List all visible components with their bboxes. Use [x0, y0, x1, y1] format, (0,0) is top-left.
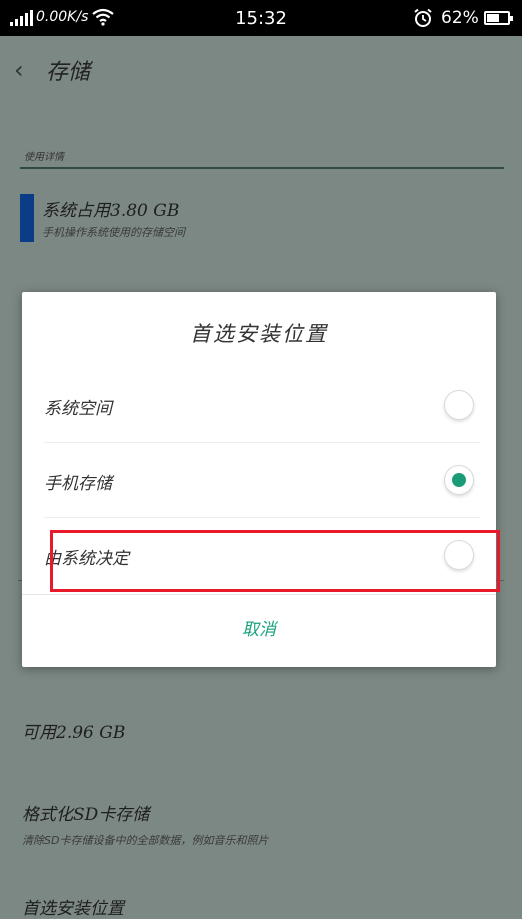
- preferred-install-item[interactable]: 首选安装位置: [22, 894, 124, 919]
- section-divider: [20, 167, 504, 169]
- battery-icon: [484, 11, 513, 25]
- battery-percent: 62%: [441, 8, 479, 28]
- battery-fill: [487, 14, 499, 22]
- usage-system-subtitle: 手机操作系统使用的存储空间: [42, 226, 185, 239]
- alarm-icon: [413, 8, 433, 32]
- usage-color-bar: [20, 194, 34, 242]
- format-sd-item[interactable]: 格式化SD卡存储: [22, 800, 149, 825]
- dialog-title: 首选安装位置: [190, 322, 328, 346]
- usage-system-title: 系统占用3.80 GB: [42, 201, 180, 221]
- radio-dot: [452, 473, 466, 487]
- header: ‹ 存储: [0, 36, 522, 100]
- option-label: 系统空间: [44, 399, 112, 419]
- radio-button[interactable]: [444, 390, 474, 420]
- option-system-space[interactable]: 系统空间: [44, 368, 480, 442]
- cancel-button[interactable]: 取消: [22, 594, 496, 667]
- highlight-annotation: [50, 530, 500, 592]
- option-label: 手机存储: [44, 474, 112, 494]
- install-location-dialog: 首选安装位置 系统空间 手机存储 由系统决定 取消: [22, 292, 496, 667]
- radio-button-selected[interactable]: [444, 465, 474, 495]
- status-bar: 0.00K/s 15:32 62%: [0, 0, 522, 36]
- available-space: 可用2.96 GB: [22, 723, 126, 743]
- format-sd-subtitle: 清除SD卡存储设备中的全部数据，例如音乐和照片: [22, 834, 269, 847]
- option-phone-storage[interactable]: 手机存储: [44, 443, 480, 517]
- page-title: 存储: [46, 60, 91, 85]
- chevron-left-icon[interactable]: ‹: [14, 56, 24, 84]
- section-label-usage: 使用详情: [24, 152, 64, 163]
- usage-system-row: 系统占用3.80 GB 手机操作系统使用的存储空间: [20, 194, 500, 244]
